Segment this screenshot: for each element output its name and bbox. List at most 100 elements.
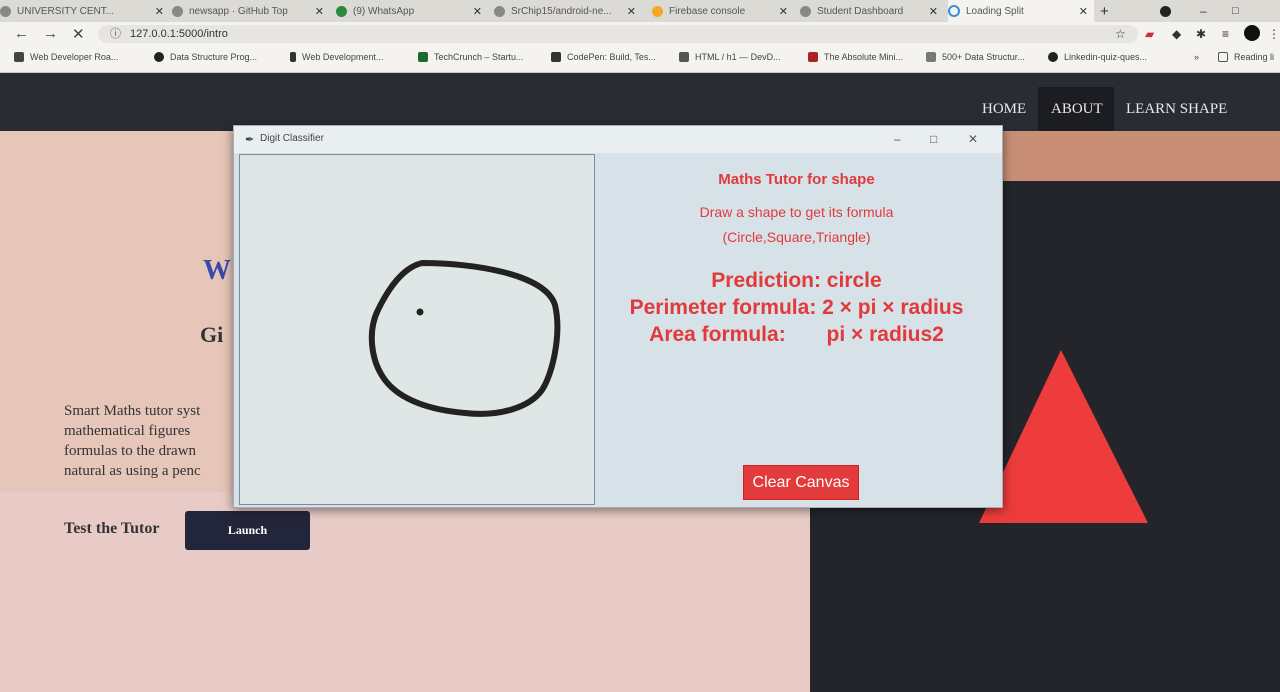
description-line: mathematical figures [64, 423, 191, 439]
bookmark-item[interactable]: 500+ Data Structur... [926, 52, 1025, 62]
hero-description: Smart Maths tutor syst mathematical figu… [64, 401, 234, 481]
window-title: Digit Classifier [260, 133, 324, 144]
tab-university[interactable]: UNIVERSITY CENT... ✕ [0, 0, 170, 22]
bookmark-label: 500+ Data Structur... [942, 52, 1025, 62]
drawing-canvas[interactable] [239, 154, 595, 505]
bookmark-label: Web Developer Roa... [30, 52, 119, 62]
tab-label: newsapp · GitHub Top [189, 5, 288, 17]
tab-label: Loading Split [966, 5, 1024, 17]
bookmark-item[interactable]: Linkedin-quiz-ques... [1048, 52, 1147, 62]
new-tab-button[interactable]: + [1100, 0, 1116, 22]
menu-icon[interactable]: ⋮ [1268, 27, 1280, 41]
stop-loading-icon[interactable]: ✕ [72, 25, 85, 43]
bookmark-icon [926, 52, 936, 62]
maximize-icon[interactable]: □ [930, 132, 937, 146]
bookmark-label: Web Development... [302, 52, 384, 62]
firebase-icon [652, 5, 663, 17]
minimize-icon[interactable]: – [894, 132, 901, 146]
minimize-icon[interactable]: – [1200, 0, 1220, 22]
instruction-text: Draw a shape to get its formula [699, 204, 894, 220]
window-titlebar[interactable]: ✒ Digit Classifier – □ ✕ [234, 126, 1002, 153]
test-tutor-label: Test the Tutor [64, 520, 160, 537]
tab-github-repo[interactable]: SrChip15/android-ne... ✕ [494, 0, 642, 22]
star-icon[interactable]: ☆ [1115, 27, 1126, 41]
bookmark-item[interactable]: Web Developer Roa... [14, 52, 118, 62]
bookmark-item[interactable]: Web Development... [290, 52, 383, 62]
close-icon[interactable]: ✕ [968, 132, 978, 146]
extension-icon[interactable]: ▰ [1145, 27, 1154, 41]
hero-accent-strip [1000, 131, 1280, 181]
info-icon[interactable]: ⓘ [110, 25, 121, 43]
description-line: Smart Maths tutor syst [64, 403, 201, 419]
close-icon[interactable]: ✕ [929, 5, 938, 18]
github-icon [1048, 52, 1058, 62]
bookmark-item[interactable]: Data Structure Prog... [154, 52, 257, 62]
bookmark-label: CodePen: Build, Tes... [567, 52, 656, 62]
globe-icon [800, 5, 811, 17]
bookmark-item[interactable]: The Absolute Mini... [808, 52, 903, 62]
reading-list-label: Reading li [1234, 52, 1275, 62]
drawn-circle-stroke [368, 259, 561, 417]
launch-button[interactable]: Launch [185, 511, 310, 550]
tab-newsapp[interactable]: newsapp · GitHub Top ✕ [172, 0, 330, 22]
tab-label: (9) WhatsApp [353, 5, 415, 17]
bookmark-label: HTML / h1 — DevD... [695, 52, 781, 62]
nav-home-link[interactable]: HOME [982, 101, 1026, 118]
close-icon[interactable]: ✕ [315, 5, 324, 18]
close-icon[interactable]: ✕ [473, 5, 482, 18]
clear-canvas-button[interactable]: Clear Canvas [743, 465, 859, 500]
bookmark-item[interactable]: CodePen: Build, Tes... [551, 52, 656, 62]
medium-icon [14, 52, 24, 62]
tab-whatsapp[interactable]: (9) WhatsApp ✕ [336, 0, 488, 22]
address-bar[interactable]: ⓘ 127.0.0.1:5000/intro [98, 25, 1138, 43]
tab-label: Student Dashboard [817, 5, 904, 17]
bookmark-label: The Absolute Mini... [824, 52, 904, 62]
shapes-hint: (Circle,Square,Triangle) [722, 229, 871, 245]
back-arrow-icon[interactable]: ← [14, 25, 29, 42]
github-icon [172, 5, 183, 17]
tab-label: Firebase console [669, 5, 746, 17]
nav-about-link[interactable]: ABOUT [1051, 101, 1103, 118]
close-icon[interactable]: ✕ [155, 5, 164, 18]
tab-label: UNIVERSITY CENT... [17, 5, 115, 17]
profile-avatar[interactable] [1244, 25, 1260, 41]
loading-spinner-icon [948, 5, 960, 17]
reading-list-icon [1218, 52, 1228, 62]
tab-loading-split[interactable]: Loading Split ✕ [948, 0, 1094, 22]
triangle-illustration [979, 350, 1148, 523]
more-bookmarks-icon[interactable]: » [1194, 52, 1199, 62]
bookmark-label: TechCrunch – Startu... [434, 52, 524, 62]
bookmark-label: Linkedin-quiz-ques... [1064, 52, 1148, 62]
codepen-icon [551, 52, 561, 62]
github-icon [494, 5, 505, 17]
close-icon[interactable]: ✕ [1079, 5, 1088, 18]
close-icon[interactable]: ✕ [779, 5, 788, 18]
reading-mode-icon[interactable]: ≡ [1222, 27, 1229, 41]
maximize-icon[interactable]: □ [1232, 0, 1252, 22]
devdocs-icon [679, 52, 689, 62]
reading-list-button[interactable]: Reading li [1218, 52, 1274, 62]
bookmark-icon [154, 52, 164, 62]
account-icon[interactable] [1160, 0, 1176, 22]
favicon-icon [0, 5, 11, 17]
tab-firebase[interactable]: Firebase console ✕ [652, 0, 794, 22]
area-formula: Area formula: pi × radius2 [649, 323, 944, 346]
extension-icon[interactable]: ◆ [1172, 27, 1181, 41]
hero-heading: W [203, 255, 231, 286]
bookmark-item[interactable]: TechCrunch – Startu... [418, 52, 524, 62]
prediction-result: Prediction: circle [711, 269, 882, 292]
tab-label: SrChip15/android-ne... [511, 5, 612, 17]
bookmark-icon [808, 52, 818, 62]
perimeter-formula: Perimeter formula: 2 × pi × radius [629, 296, 964, 319]
hero-subheading: Gi [200, 322, 224, 347]
bookmark-label: Data Structure Prog... [170, 52, 258, 62]
feather-icon: ✒ [245, 134, 255, 146]
close-icon[interactable]: ✕ [627, 5, 636, 18]
bookmark-item[interactable]: HTML / h1 — DevD... [679, 52, 781, 62]
nav-learn-shape-link[interactable]: LEARN SHAPE [1126, 101, 1227, 118]
forward-arrow-icon[interactable]: → [43, 25, 58, 42]
puzzle-icon[interactable]: ✱ [1196, 27, 1206, 41]
app-heading: Maths Tutor for shape [718, 171, 875, 188]
tab-student-dashboard[interactable]: Student Dashboard ✕ [800, 0, 944, 22]
description-line: formulas to the drawn [64, 443, 197, 459]
